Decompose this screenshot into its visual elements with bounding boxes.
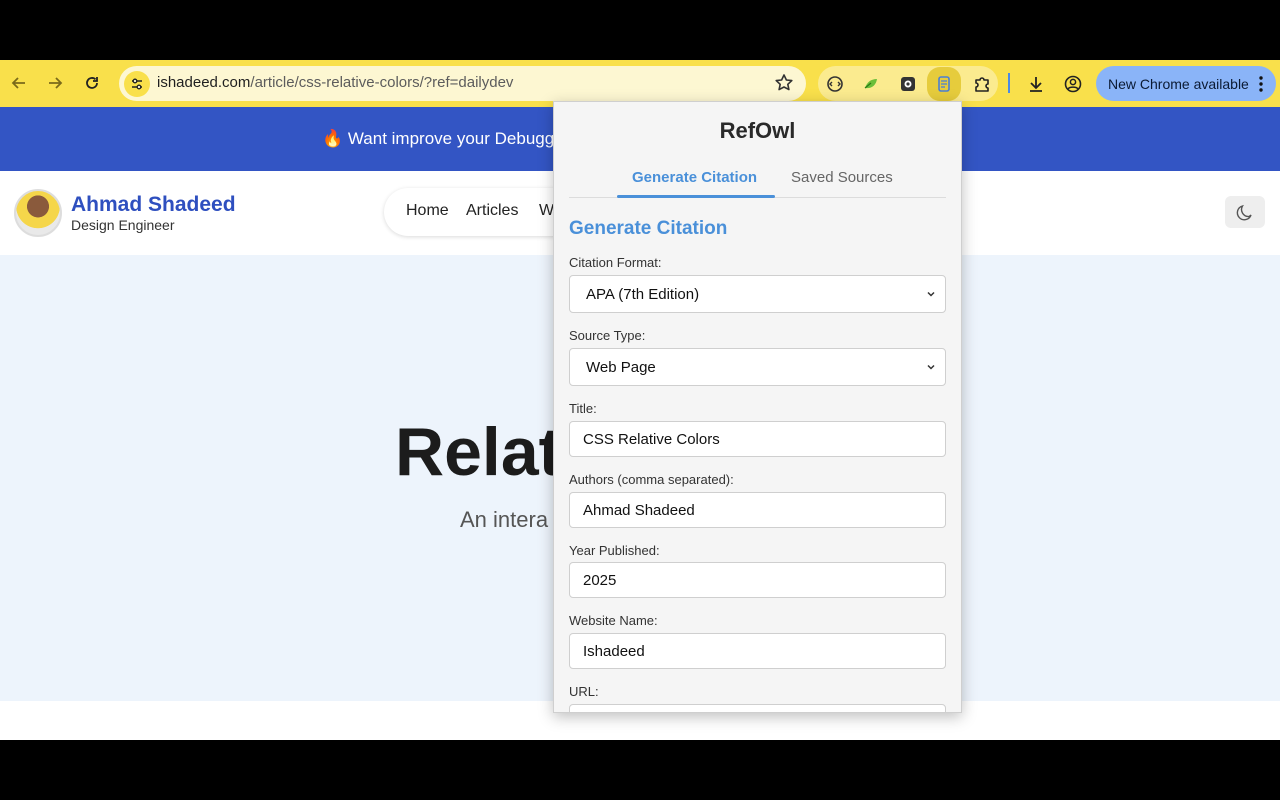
site-info-icon[interactable] bbox=[124, 71, 150, 97]
author-name[interactable]: Ahmad Shadeed bbox=[71, 193, 236, 217]
year-input[interactable]: 2025 bbox=[569, 562, 946, 598]
extension-dev-icon[interactable] bbox=[822, 71, 848, 97]
dark-mode-toggle[interactable] bbox=[1225, 196, 1265, 228]
url-domain: ishadeed.com bbox=[157, 74, 251, 91]
authors-value: Ahmad Shadeed bbox=[583, 501, 695, 519]
tab-saved-sources[interactable]: Saved Sources bbox=[791, 169, 893, 186]
hero-title: Relat bbox=[395, 414, 562, 490]
hero-subtitle: An intera bbox=[460, 507, 549, 532]
source-type-label: Source Type: bbox=[569, 328, 646, 343]
extension-camera-icon[interactable] bbox=[895, 71, 921, 97]
nav-item-partial[interactable]: W bbox=[539, 202, 554, 220]
tab-generate-citation[interactable]: Generate Citation bbox=[632, 169, 757, 186]
citation-format-select[interactable]: APA (7th Edition) bbox=[569, 275, 946, 313]
url-text[interactable]: ishadeed.com/article/css-relative-colors… bbox=[157, 74, 513, 91]
forward-icon[interactable] bbox=[42, 70, 68, 96]
more-menu-icon[interactable] bbox=[1258, 75, 1264, 96]
authors-input[interactable]: Ahmad Shadeed bbox=[569, 492, 946, 528]
year-label: Year Published: bbox=[569, 543, 660, 558]
refowl-extension-icon[interactable] bbox=[927, 67, 961, 101]
url-label: URL: bbox=[569, 684, 599, 699]
section-title: Generate Citation bbox=[569, 218, 728, 239]
new-chrome-label: New Chrome available bbox=[1108, 75, 1249, 92]
title-label: Title: bbox=[569, 401, 597, 416]
popup-tabs: Generate Citation Saved Sources bbox=[569, 160, 946, 198]
refowl-popup: RefOwl Generate Citation Saved Sources G… bbox=[553, 101, 962, 713]
avatar[interactable] bbox=[14, 189, 62, 237]
chevron-down-icon bbox=[927, 291, 935, 297]
extensions-puzzle-icon[interactable] bbox=[969, 71, 995, 97]
source-type-select[interactable]: Web Page bbox=[569, 348, 946, 386]
new-chrome-available-button[interactable]: New Chrome available bbox=[1096, 66, 1276, 101]
nav-item-articles[interactable]: Articles bbox=[466, 202, 518, 220]
profile-icon[interactable] bbox=[1060, 71, 1086, 97]
bookmark-star-icon[interactable] bbox=[773, 72, 795, 99]
website-name-label: Website Name: bbox=[569, 613, 658, 628]
title-input[interactable]: CSS Relative Colors bbox=[569, 421, 946, 457]
chevron-down-icon bbox=[927, 364, 935, 370]
reload-icon[interactable] bbox=[79, 70, 105, 96]
website-name-value: Ishadeed bbox=[583, 642, 645, 660]
source-type-value: Web Page bbox=[586, 358, 656, 376]
toolbar-separator bbox=[1008, 73, 1010, 93]
banner-text[interactable]: 🔥 Want improve your Debuggin bbox=[322, 129, 567, 149]
authors-label: Authors (comma separated): bbox=[569, 472, 734, 487]
popup-title: RefOwl bbox=[719, 118, 796, 143]
extension-leaf-icon[interactable] bbox=[858, 71, 884, 97]
moon-icon bbox=[1236, 204, 1252, 221]
nav-item-home[interactable]: Home bbox=[406, 202, 449, 220]
year-value: 2025 bbox=[583, 571, 617, 589]
url-input[interactable] bbox=[569, 704, 946, 712]
citation-format-value: APA (7th Edition) bbox=[586, 285, 700, 303]
title-value: CSS Relative Colors bbox=[583, 430, 720, 448]
website-name-input[interactable]: Ishadeed bbox=[569, 633, 946, 669]
back-icon[interactable] bbox=[6, 70, 32, 96]
url-path: /article/css-relative-colors/?ref=dailyd… bbox=[250, 74, 514, 91]
active-tab-indicator bbox=[617, 195, 775, 198]
screen: ishadeed.com/article/css-relative-colors… bbox=[0, 0, 1280, 800]
author-role: Design Engineer bbox=[71, 217, 175, 233]
download-icon[interactable] bbox=[1023, 71, 1049, 97]
citation-format-label: Citation Format: bbox=[569, 255, 662, 270]
